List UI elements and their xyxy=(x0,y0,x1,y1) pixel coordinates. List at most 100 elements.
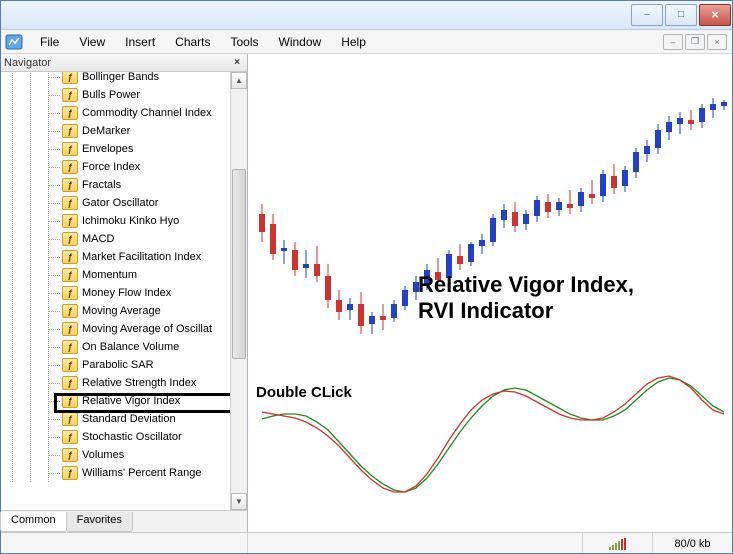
indicator-item[interactable]: ƒ Standard Deviation xyxy=(0,410,230,428)
indicator-label: Fractals xyxy=(82,179,121,191)
menu-tools[interactable]: Tools xyxy=(221,32,269,52)
indicator-icon: ƒ xyxy=(62,394,78,408)
indicator-label: Ichimoku Kinko Hyo xyxy=(82,215,179,227)
menu-insert[interactable]: Insert xyxy=(115,32,165,52)
window-minimize-button[interactable]: – xyxy=(631,4,663,26)
indicator-icon: ƒ xyxy=(62,214,78,228)
indicator-item[interactable]: ƒ Gator Oscillator xyxy=(0,194,230,212)
indicator-item[interactable]: ƒ On Balance Volume xyxy=(0,338,230,356)
scroll-down-button[interactable]: ▼ xyxy=(231,493,247,510)
indicator-label: Relative Strength Index xyxy=(82,377,196,389)
navigator-tree[interactable]: ƒ Bollinger Bands ƒ Bulls Power ƒCommodity C… xyxy=(0,72,230,510)
app-icon xyxy=(4,32,24,52)
indicator-icon: ƒ xyxy=(62,358,78,372)
doc-minimize-button[interactable]: – xyxy=(663,34,683,50)
indicator-icon: ƒ xyxy=(62,466,78,480)
chart-area[interactable]: Relative Vigor Index, RVI Indicator Doub… xyxy=(248,54,733,532)
indicator-icon: ƒ xyxy=(62,430,78,444)
menu-view[interactable]: View xyxy=(69,32,115,52)
indicator-label: Relative Vigor Index xyxy=(82,395,180,407)
navigator-header: Navigator × xyxy=(0,54,247,72)
indicator-label: Gator Oscillator xyxy=(82,197,158,209)
indicator-icon: ƒ xyxy=(62,286,78,300)
indicator-item[interactable]: ƒ Moving Average of Oscillat xyxy=(0,320,230,338)
indicator-icon: ƒ xyxy=(62,340,78,354)
indicator-item[interactable]: ƒ Momentum xyxy=(0,266,230,284)
indicator-icon: ƒ xyxy=(62,196,78,210)
status-kb: 80/0 kb xyxy=(653,533,733,554)
indicator-icon: ƒ xyxy=(62,250,78,264)
indicator-label: Parabolic SAR xyxy=(82,359,154,371)
indicator-label: Williams' Percent Range xyxy=(82,467,201,479)
annotation-title: Relative Vigor Index, RVI Indicator xyxy=(418,272,634,325)
menu-help[interactable]: Help xyxy=(331,32,376,52)
navigator-title: Navigator xyxy=(4,57,51,69)
indicator-item[interactable]: ƒ Relative Strength Index xyxy=(0,374,230,392)
tab-favorites[interactable]: Favorites xyxy=(66,512,133,532)
indicator-label: Money Flow Index xyxy=(82,287,171,299)
indicator-item[interactable]: ƒ Volumes xyxy=(0,446,230,464)
indicator-label: Market Facilitation Index xyxy=(82,251,201,263)
indicator-label: Stochastic Oscillator xyxy=(82,431,182,443)
menu-charts[interactable]: Charts xyxy=(165,32,220,52)
indicator-icon: ƒ xyxy=(62,142,78,156)
indicator-item[interactable]: ƒ Envelopes xyxy=(0,140,230,158)
indicator-item[interactable]: ƒ Money Flow Index xyxy=(0,284,230,302)
menu-bar: FileViewInsertChartsToolsWindowHelp – ❐ … xyxy=(0,30,733,54)
indicator-label: Standard Deviation xyxy=(82,413,176,425)
indicator-label: Moving Average xyxy=(82,305,161,317)
indicator-item[interactable]: ƒ Bollinger Bands xyxy=(0,72,230,86)
window-maximize-button[interactable]: □ xyxy=(665,4,697,26)
indicator-icon: ƒ xyxy=(62,268,78,282)
indicator-label: Bulls Power xyxy=(82,89,140,101)
tab-common[interactable]: Common xyxy=(0,512,67,532)
indicator-label: On Balance Volume xyxy=(82,341,179,353)
navigator-panel: Navigator × ƒ Bollinger Bands ƒ Bulls Power… xyxy=(0,54,248,532)
indicator-item[interactable]: ƒ Williams' Percent Range xyxy=(0,464,230,482)
indicator-item[interactable]: ƒ Force Index xyxy=(0,158,230,176)
indicator-item[interactable]: ƒ Parabolic SAR xyxy=(0,356,230,374)
indicator-item[interactable]: ƒ Moving Average xyxy=(0,302,230,320)
indicator-item[interactable]: ƒMACD xyxy=(0,230,230,248)
indicator-item[interactable]: ƒ DeMarker xyxy=(0,122,230,140)
indicator-item[interactable]: ƒ Relative Vigor Index xyxy=(0,392,230,410)
indicator-label: Force Index xyxy=(82,161,140,173)
indicator-icon: ƒ xyxy=(62,178,78,192)
indicator-item[interactable]: ƒ Market Facilitation Index xyxy=(0,248,230,266)
indicator-item[interactable]: ƒ Ichimoku Kinko Hyo xyxy=(0,212,230,230)
scroll-up-button[interactable]: ▲ xyxy=(231,72,247,89)
indicator-label: DeMarker xyxy=(82,125,130,137)
indicator-icon: ƒ xyxy=(62,160,78,174)
indicator-icon: ƒ xyxy=(62,72,78,84)
indicator-icon: ƒ xyxy=(62,412,78,426)
indicator-icon: ƒ xyxy=(62,124,78,138)
status-bar: 80/0 kb xyxy=(0,532,733,554)
indicator-icon: ƒ xyxy=(62,232,78,246)
indicator-icon: ƒ xyxy=(62,304,78,318)
indicator-label: Bollinger Bands xyxy=(82,72,159,83)
navigator-scrollbar[interactable]: ▲ ▼ xyxy=(230,72,247,510)
doc-close-button[interactable]: × xyxy=(707,34,727,50)
indicator-label: Moving Average of Oscillat xyxy=(82,323,212,335)
menu-window[interactable]: Window xyxy=(269,32,332,52)
indicator-item[interactable]: ƒCommodity Channel Index xyxy=(0,104,230,122)
title-bar: – □ × xyxy=(0,0,733,30)
indicator-icon: ƒ xyxy=(62,376,78,390)
indicator-icon: ƒ xyxy=(62,322,78,336)
doc-restore-button[interactable]: ❐ xyxy=(685,34,705,50)
menu-file[interactable]: File xyxy=(30,32,69,52)
indicator-icon: ƒ xyxy=(62,106,78,120)
annotation-double-click: Double CLick xyxy=(256,384,352,401)
scroll-thumb[interactable] xyxy=(232,169,246,359)
indicator-item[interactable]: ƒ Stochastic Oscillator xyxy=(0,428,230,446)
window-close-button[interactable]: × xyxy=(699,4,731,26)
indicator-label: Volumes xyxy=(82,449,124,461)
indicator-icon: ƒ xyxy=(62,448,78,462)
indicator-icon: ƒ xyxy=(62,88,78,102)
indicator-item[interactable]: ƒ Fractals xyxy=(0,176,230,194)
indicator-label: Momentum xyxy=(82,269,137,281)
connection-indicator xyxy=(583,533,653,554)
indicator-label: Envelopes xyxy=(82,143,133,155)
indicator-item[interactable]: ƒ Bulls Power xyxy=(0,86,230,104)
navigator-close-button[interactable]: × xyxy=(231,57,243,68)
